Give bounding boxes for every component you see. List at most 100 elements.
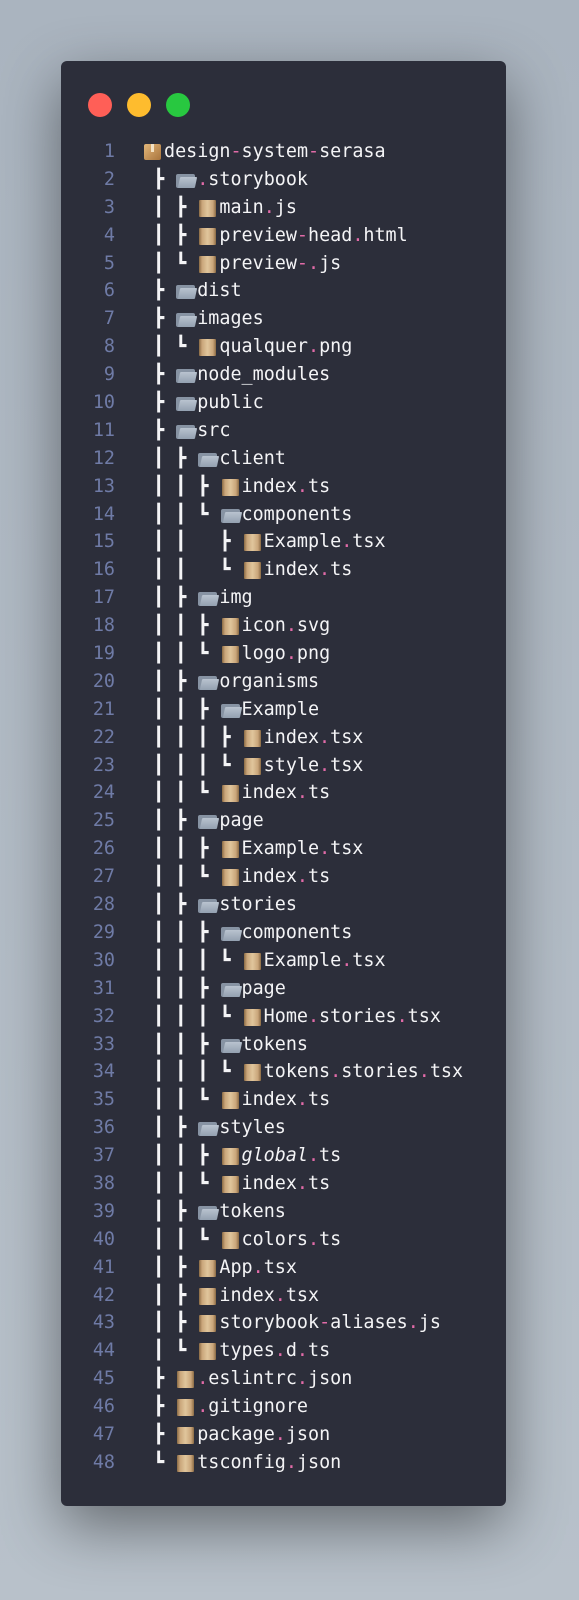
file-icon — [175, 1365, 197, 1393]
punctuation: . — [307, 1145, 320, 1167]
line-number: 28 — [92, 894, 115, 916]
tree-prefix: ┣ — [142, 1368, 176, 1390]
code-line: 21 ┃ ┃ ┣ Example — [61, 696, 506, 724]
line-number: 1 — [103, 141, 115, 162]
entry-name: node_modules — [197, 364, 331, 386]
folder-icon — [175, 166, 197, 194]
file-icon — [175, 1449, 197, 1477]
entry-name: organisms — [219, 670, 320, 692]
punctuation: . — [319, 838, 331, 860]
line-number: 39 — [92, 1200, 115, 1222]
line-number: 44 — [92, 1340, 115, 1362]
maximize-dot-icon — [166, 93, 190, 117]
folder-icon — [197, 584, 219, 612]
folder-icon — [175, 417, 197, 445]
code-line: 32 ┃ ┃ ┃ ┗ Home.stories.tsx — [61, 1003, 506, 1031]
tree-prefix: ┃ ┣ — [142, 1117, 198, 1139]
code-line: 20 ┃ ┣ organisms — [61, 668, 506, 696]
minimize-dot-icon — [127, 93, 151, 117]
code-line: 7 ┣ images — [61, 305, 506, 333]
code-line: 17 ┃ ┣ img — [61, 584, 506, 612]
folder-icon — [197, 807, 219, 835]
code-line: 47 ┣ package.json — [61, 1421, 506, 1449]
punctuation: . — [252, 1256, 264, 1278]
code-line: 48 ┗ tsconfig.json — [61, 1449, 506, 1477]
tree-prefix: ┗ — [142, 1451, 176, 1473]
entry-name: index.ts — [263, 559, 353, 581]
folder-icon — [175, 305, 197, 333]
punctuation: - — [296, 224, 308, 246]
close-dot-icon — [88, 93, 112, 117]
punctuation: . — [308, 336, 320, 358]
file-tree-code: 1 design-system-serasa 2 ┣ .storybook 3 ┃ ┣… — [61, 138, 506, 1477]
code-line: 22 ┃ ┃ ┃ ┣ index.tsx — [61, 724, 506, 752]
line-number: 5 — [103, 252, 115, 274]
code-line: 15 ┃ ┃ ┣ Example.tsx — [61, 528, 506, 556]
code-line: 39 ┃ ┣ tokens — [61, 1198, 506, 1226]
code-line: 38 ┃ ┃ ┗ index.ts — [61, 1170, 506, 1198]
tree-prefix: ┃ ┃ ┗ — [142, 503, 220, 525]
punctuation: . — [296, 1172, 308, 1194]
entry-name: index.ts — [241, 475, 331, 497]
tree-prefix: ┃ ┣ — [142, 1312, 198, 1334]
code-line: 42 ┃ ┣ index.tsx — [61, 1282, 506, 1310]
tree-prefix: ┃ ┃ ┣ — [142, 698, 220, 720]
code-line: 24 ┃ ┃ ┗ index.ts — [61, 779, 506, 807]
punctuation: . — [274, 1340, 286, 1362]
entry-name: src — [197, 419, 231, 441]
entry-name: public — [197, 392, 264, 414]
code-line: 31 ┃ ┃ ┣ page — [61, 975, 506, 1003]
punctuation: - — [296, 252, 308, 274]
entry-name: index.ts — [241, 866, 331, 888]
line-number: 38 — [92, 1172, 115, 1194]
code-line: 44 ┃ ┗ types.d.ts — [61, 1337, 506, 1365]
code-line: 8 ┃ ┗ qualquer.png — [61, 333, 506, 361]
entry-name: package.json — [197, 1423, 331, 1445]
punctuation: . — [319, 559, 331, 581]
line-number: 7 — [103, 308, 115, 330]
folder-icon — [197, 668, 219, 696]
tree-prefix: ┣ — [142, 168, 176, 190]
punctuation: . — [274, 1423, 286, 1445]
punctuation: . — [285, 1451, 297, 1473]
punctuation: . — [296, 1368, 308, 1390]
file-icon — [197, 250, 219, 278]
entry-name: index.ts — [241, 1089, 331, 1111]
package-icon — [142, 138, 164, 166]
folder-icon — [220, 696, 242, 724]
punctuation: . — [285, 615, 297, 637]
line-number: 37 — [92, 1145, 115, 1167]
tree-prefix: ┃ ┃ ┗ — [142, 1089, 220, 1111]
code-line: 26 ┃ ┃ ┣ Example.tsx — [61, 835, 506, 863]
line-number: 31 — [92, 977, 115, 999]
entry-name: dist — [197, 280, 242, 302]
entry-name: stories — [219, 894, 297, 916]
punctuation: . — [296, 1089, 308, 1111]
line-number: 27 — [92, 866, 115, 888]
line-number: 21 — [92, 698, 115, 720]
code-line: 37 ┃ ┃ ┣ global.ts — [61, 1142, 506, 1170]
tree-prefix: ┃ ┃ ┗ — [142, 643, 220, 665]
line-number: 26 — [92, 838, 115, 860]
file-icon — [197, 333, 219, 361]
tree-prefix: ┣ — [142, 419, 176, 441]
code-line: 36 ┃ ┣ styles — [61, 1114, 506, 1142]
punctuation: . — [285, 643, 297, 665]
punctuation: . — [396, 1005, 408, 1027]
code-line: 3 ┃ ┣ main.js — [61, 194, 506, 222]
file-icon — [242, 724, 264, 752]
file-icon — [220, 835, 242, 863]
code-line: 14 ┃ ┃ ┗ components — [61, 501, 506, 529]
folder-icon — [175, 389, 197, 417]
code-line: 12 ┃ ┣ client — [61, 445, 506, 473]
folder-icon — [197, 1114, 219, 1142]
code-line: 19 ┃ ┃ ┗ logo.png — [61, 640, 506, 668]
line-number: 24 — [92, 782, 115, 804]
tree-prefix: ┃ ┣ — [142, 196, 198, 218]
file-icon — [220, 1142, 242, 1170]
line-number: 34 — [92, 1061, 115, 1083]
folder-icon — [197, 891, 219, 919]
punctuation: . — [197, 1396, 209, 1418]
line-number: 12 — [92, 447, 115, 469]
entry-name: types.d.ts — [219, 1340, 331, 1362]
